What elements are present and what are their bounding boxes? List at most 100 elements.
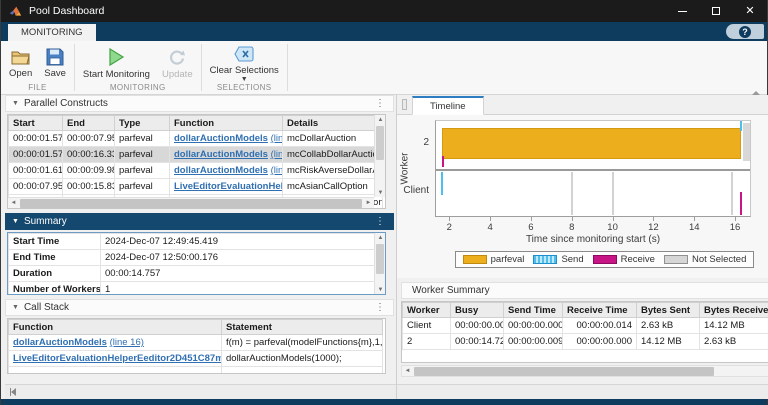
summary-label-cell[interactable]: End Time xyxy=(9,250,101,266)
worker-summary-header[interactable]: ▼ Worker Summary ⋮ xyxy=(401,282,768,299)
details-cell[interactable]: mcCollabDollarAuction xyxy=(283,147,383,163)
column-header[interactable]: Start xyxy=(9,116,63,131)
scroll-left-icon[interactable]: ◄ xyxy=(8,199,19,208)
parallel-constructs-header[interactable]: ▼ Parallel Constructs ⋮ xyxy=(5,95,394,112)
type-cell[interactable]: parfeval xyxy=(115,147,170,163)
start-cell[interactable]: 00:00:01.573 xyxy=(9,147,63,163)
help-button[interactable]: ? xyxy=(726,24,764,39)
timeline-event-send[interactable] xyxy=(740,121,742,131)
open-button[interactable]: Open xyxy=(9,48,32,79)
column-header[interactable]: Statement xyxy=(222,320,383,335)
update-button[interactable]: Update xyxy=(162,47,193,80)
kebab-menu-icon[interactable]: ⋮ xyxy=(375,98,385,109)
table-row[interactable]: dollarAuctionModels (line 16)f(m) = parf… xyxy=(9,335,383,351)
timeline-event-parfeval[interactable] xyxy=(442,128,741,159)
statement-cell[interactable]: dollarAuctionModels(1000); xyxy=(222,351,383,367)
table-row[interactable]: End Time2024-Dec-07 12:50:00.176 xyxy=(9,250,385,266)
send-time-cell[interactable]: 00:00:00.000 xyxy=(504,318,563,334)
summary-label-cell[interactable]: Number of Workers xyxy=(9,282,101,296)
maximize-button[interactable] xyxy=(699,0,733,22)
column-header[interactable]: Worker xyxy=(403,303,451,318)
scroll-down-icon[interactable]: ▼ xyxy=(375,188,386,197)
end-cell[interactable]: 00:00:15.830 xyxy=(63,179,115,195)
panel-grip-icon[interactable] xyxy=(402,99,407,110)
scrollbar-thumb[interactable] xyxy=(376,244,384,274)
legend-item[interactable]: Receive xyxy=(593,254,655,265)
receive-time-cell[interactable]: 00:00:00.014 xyxy=(563,318,637,334)
vertical-scrollbar[interactable]: ▲ ▼ xyxy=(374,233,385,294)
bytes-sent-cell[interactable]: 14.12 MB xyxy=(637,334,700,350)
table-row[interactable]: 00:00:01.57300:00:16.330parfevaldollarAu… xyxy=(9,147,383,163)
scrollbar-thumb[interactable] xyxy=(414,367,714,376)
busy-cell[interactable]: 00:00:00.000 xyxy=(451,318,504,334)
function-link[interactable]: dollarAuctionModels xyxy=(174,165,268,176)
vertical-scrollbar[interactable]: ▲ ▼ xyxy=(374,115,385,197)
bytes-received-cell[interactable]: 14.12 MB xyxy=(700,318,768,334)
summary-label-cell[interactable]: Start Time xyxy=(9,234,101,250)
table-row[interactable]: 200:00:14.72100:00:00.00900:00:00.00014.… xyxy=(403,334,768,350)
function-link[interactable]: dollarAuctionModels xyxy=(13,337,107,348)
summary-value-cell[interactable]: 2024-Dec-07 12:49:45.419 xyxy=(101,234,385,250)
table-row[interactable]: LiveEditorEvaluationHelperEeditor2D451C8… xyxy=(9,351,383,367)
send-time-cell[interactable]: 00:00:00.009 xyxy=(504,334,563,350)
timeline-event-notsel[interactable] xyxy=(743,123,750,161)
column-header[interactable]: Type xyxy=(115,116,170,131)
table-row[interactable]: 00:00:01.57100:00:07.959parfevaldollarAu… xyxy=(9,131,383,147)
bytes-received-cell[interactable]: 2.63 kB xyxy=(700,334,768,350)
kebab-menu-icon[interactable]: ⋮ xyxy=(375,302,385,313)
scroll-down-icon[interactable]: ▼ xyxy=(375,285,386,294)
worker-cell[interactable]: Client xyxy=(403,318,451,334)
type-cell[interactable]: parfeval xyxy=(115,163,170,179)
column-header[interactable]: Function xyxy=(170,116,283,131)
legend-item[interactable]: Not Selected xyxy=(664,254,746,265)
column-header[interactable]: Busy xyxy=(451,303,504,318)
close-button[interactable]: ✕ xyxy=(733,0,767,22)
receive-time-cell[interactable]: 00:00:00.000 xyxy=(563,334,637,350)
busy-cell[interactable]: 00:00:14.721 xyxy=(451,334,504,350)
bytes-sent-cell[interactable]: 2.63 kB xyxy=(637,318,700,334)
column-header[interactable]: Details xyxy=(283,116,383,131)
function-link[interactable]: dollarAuctionModels xyxy=(174,149,268,160)
table-row[interactable]: Client00:00:00.00000:00:00.00000:00:00.0… xyxy=(403,318,768,334)
horizontal-scrollbar[interactable]: ◄ ► xyxy=(8,197,374,208)
scroll-left-icon[interactable]: ◄ xyxy=(402,367,413,376)
start-cell[interactable]: 00:00:01.571 xyxy=(9,131,63,147)
scrollbar-thumb[interactable] xyxy=(376,126,384,160)
tab-timeline[interactable]: Timeline xyxy=(412,96,484,115)
scroll-up-icon[interactable]: ▲ xyxy=(375,115,386,124)
kebab-menu-icon[interactable]: ⋮ xyxy=(375,216,385,227)
end-cell[interactable]: 00:00:07.959 xyxy=(63,131,115,147)
start-cell[interactable]: 00:00:01.615 xyxy=(9,163,63,179)
summary-value-cell[interactable]: 00:00:14.757 xyxy=(101,266,385,282)
summary-value-cell[interactable]: 1 xyxy=(101,282,385,296)
line-link[interactable]: (line 16) xyxy=(271,149,283,160)
collapse-ribbon-button[interactable] xyxy=(752,82,761,91)
column-header[interactable]: Bytes Sent xyxy=(637,303,700,318)
details-cell[interactable]: mcRiskAverseDollarAuction xyxy=(283,163,383,179)
function-link[interactable]: LiveEditorEvaluationHelpe... xyxy=(174,181,283,192)
table-row[interactable]: Number of Workers1 xyxy=(9,282,385,296)
statement-cell[interactable]: f(m) = parfeval(modelFunctions{m},1,para… xyxy=(222,335,383,351)
collapse-panel-left-icon[interactable] xyxy=(10,388,16,396)
summary-label-cell[interactable]: Duration xyxy=(9,266,101,282)
timeline-event-send[interactable] xyxy=(441,172,443,195)
details-cell[interactable]: mcDollarAuction xyxy=(283,131,383,147)
type-cell[interactable]: parfeval xyxy=(115,131,170,147)
timeline-event-receive[interactable] xyxy=(442,156,444,167)
line-link[interactable]: (line 16) xyxy=(271,165,283,176)
timeline-event-notsel-thin[interactable] xyxy=(731,172,733,215)
legend-item[interactable]: parfeval xyxy=(463,254,525,265)
function-link[interactable]: LiveEditorEvaluationHelperEeditor2D451C8… xyxy=(13,353,222,364)
timeline-event-notsel-thin[interactable] xyxy=(612,172,614,215)
tab-monitoring[interactable]: MONITORING xyxy=(8,24,96,41)
end-cell[interactable]: 00:00:09.989 xyxy=(63,163,115,179)
details-cell[interactable]: mcAsianCallOption xyxy=(283,179,383,195)
line-link[interactable]: (line 16) xyxy=(271,133,283,144)
start-monitoring-button[interactable]: Start Monitoring xyxy=(83,47,150,80)
scroll-right-icon[interactable]: ► xyxy=(363,199,374,208)
worker-cell[interactable]: 2 xyxy=(403,334,451,350)
timeline-event-receive[interactable] xyxy=(740,192,742,215)
column-header[interactable]: Send Time xyxy=(504,303,563,318)
table-row[interactable]: Start Time2024-Dec-07 12:49:45.419 xyxy=(9,234,385,250)
summary-header[interactable]: ▼ Summary ⋮ xyxy=(5,213,394,230)
